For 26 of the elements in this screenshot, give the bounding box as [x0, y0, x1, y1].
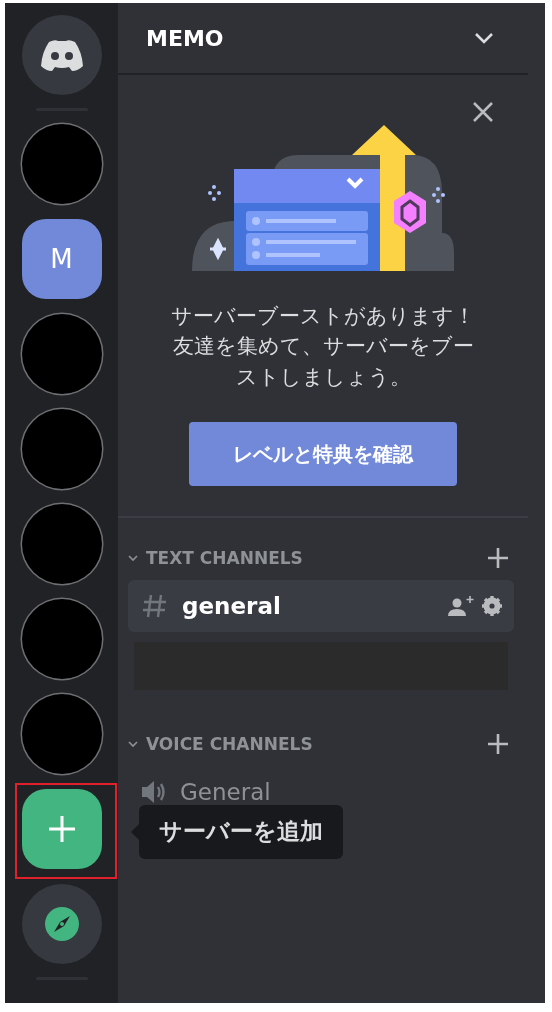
- hash-icon: [142, 593, 168, 620]
- compass-icon: [44, 907, 79, 941]
- plus-icon: [47, 815, 76, 843]
- plus-icon[interactable]: [488, 734, 508, 755]
- perks-button[interactable]: レベルと特典を確認: [189, 422, 457, 487]
- boost-message: サーバーブーストがあります！友達を集めて、サーバーをブーストしましょう。: [170, 303, 476, 391]
- channel-item[interactable]: general: [128, 580, 514, 633]
- chevron-down-icon: [128, 554, 138, 562]
- add-user-icon[interactable]: [448, 595, 474, 618]
- speaker-icon: [142, 781, 166, 804]
- settings-icon[interactable]: [482, 596, 502, 617]
- category-name[interactable]: TEXT CHANNELS: [146, 548, 480, 569]
- category-name[interactable]: VOICE CHANNELS: [146, 734, 480, 755]
- channel-name: general: [182, 593, 282, 620]
- server-name: MEMO: [146, 25, 224, 51]
- tooltip-arrow-icon: [130, 823, 139, 840]
- tooltip: サーバーを追加: [138, 805, 343, 859]
- add-server-button[interactable]: [21, 789, 102, 869]
- server-header[interactable]: MEMO: [118, 3, 528, 75]
- game-controller-icon: [38, 38, 85, 72]
- server-button[interactable]: M: [21, 219, 102, 299]
- close-icon[interactable]: [472, 101, 494, 123]
- chevron-down-icon: [474, 32, 494, 44]
- channel-name: General: [180, 779, 272, 806]
- chevron-down-icon: [128, 740, 138, 748]
- plus-icon[interactable]: [488, 548, 508, 569]
